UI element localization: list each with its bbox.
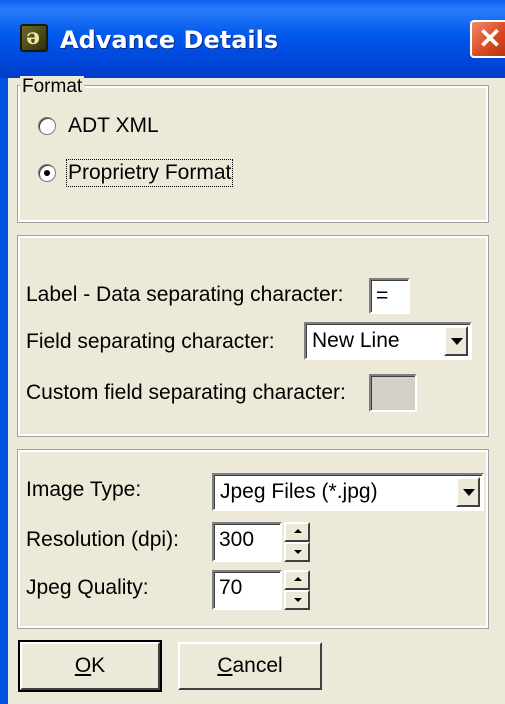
ok-button-label: OK <box>74 654 106 677</box>
field-separator-select[interactable]: New Line <box>304 322 472 360</box>
custom-field-separator-input[interactable] <box>369 374 417 412</box>
ok-button[interactable]: OK <box>18 640 162 692</box>
jpeg-quality-input[interactable]: 70 <box>212 570 282 610</box>
spinner-down-icon[interactable] <box>284 542 310 562</box>
field-separator-label: Field separating character: <box>26 330 275 353</box>
jpeg-quality-label: Jpeg Quality: <box>26 576 149 599</box>
jpeg-quality-spinner[interactable] <box>284 570 310 610</box>
spinner-up-icon[interactable] <box>284 570 310 590</box>
radio-proprietry-format-label[interactable]: Proprietry Format <box>65 159 234 187</box>
chevron-down-icon[interactable] <box>444 326 468 356</box>
custom-field-separator-label: Custom field separating character: <box>26 381 346 404</box>
radio-proprietry-format[interactable] <box>38 164 56 182</box>
image-type-value: Jpeg Files (*.jpg) <box>220 480 378 503</box>
radio-adt-xml[interactable] <box>38 117 56 135</box>
label-data-separator-input[interactable]: = <box>369 278 410 314</box>
image-type-select[interactable]: Jpeg Files (*.jpg) <box>212 473 484 511</box>
image-type-label: Image Type: <box>26 478 142 501</box>
spinner-up-icon[interactable] <box>284 522 310 542</box>
field-separator-value: New Line <box>312 329 400 352</box>
format-group <box>17 85 489 223</box>
label-data-separator-label: Label - Data separating character: <box>26 283 344 306</box>
resolution-spinner[interactable] <box>284 522 310 562</box>
resolution-label: Resolution (dpi): <box>26 528 179 551</box>
app-icon: ə <box>20 24 48 52</box>
resolution-input[interactable]: 300 <box>212 522 282 562</box>
close-icon[interactable]: ✕ <box>470 20 505 58</box>
title-bar[interactable]: ə Advance Details ✕ <box>0 0 505 78</box>
window-title: Advance Details <box>60 26 279 54</box>
chevron-down-icon[interactable] <box>456 477 480 507</box>
radio-adt-xml-label[interactable]: ADT XML <box>68 114 159 138</box>
spinner-down-icon[interactable] <box>284 590 310 610</box>
cancel-button-label: Cancel <box>217 654 283 677</box>
cancel-button[interactable]: Cancel <box>178 642 322 690</box>
format-group-legend: Format <box>20 76 85 98</box>
